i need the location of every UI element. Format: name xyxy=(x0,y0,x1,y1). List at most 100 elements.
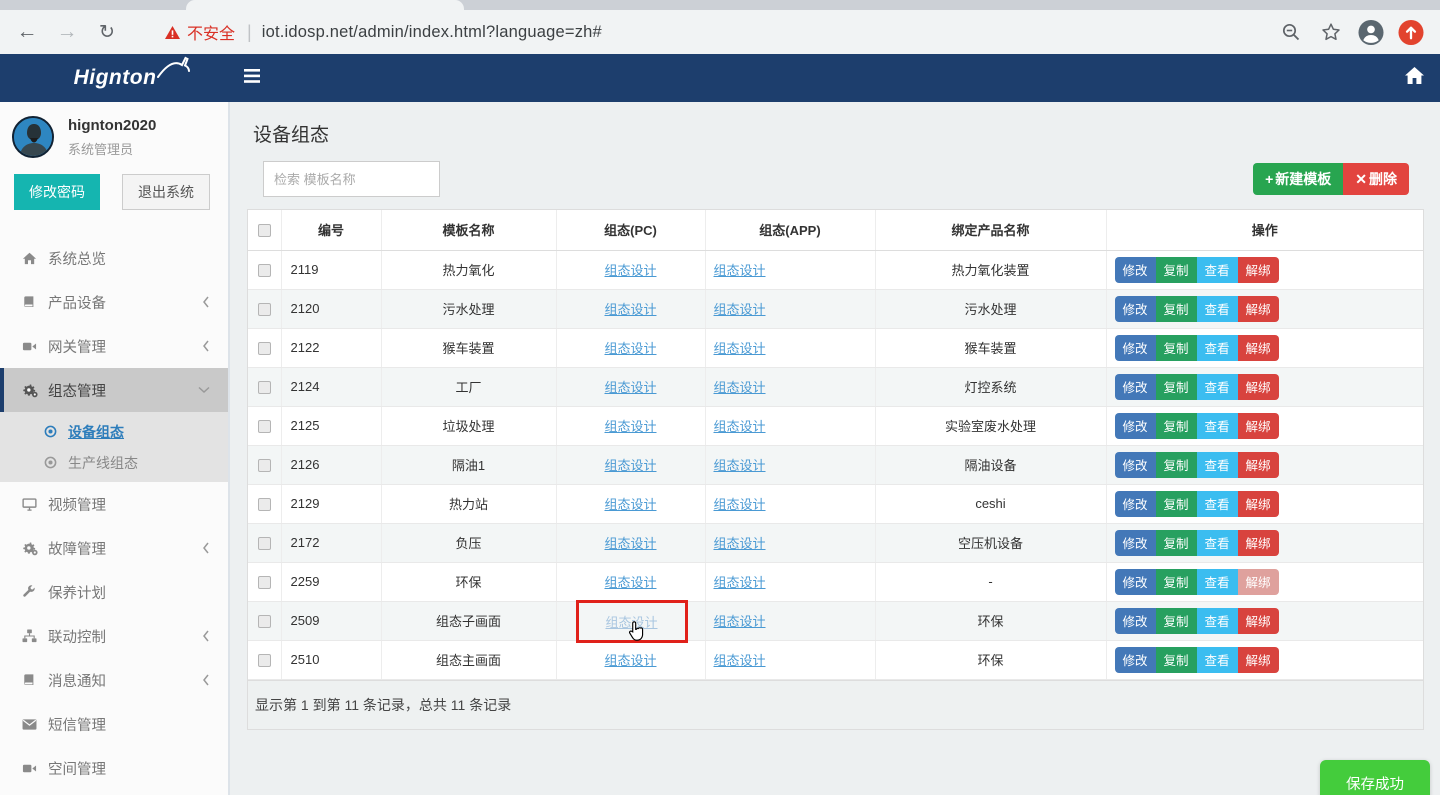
unbind-button[interactable]: 解绑 xyxy=(1238,491,1279,517)
edit-button[interactable]: 修改 xyxy=(1115,257,1156,283)
view-button[interactable]: 查看 xyxy=(1197,452,1238,478)
app-design-link[interactable]: 组态设计 xyxy=(714,419,766,434)
logout-button[interactable]: 退出系统 xyxy=(122,174,210,210)
view-button[interactable]: 查看 xyxy=(1197,335,1238,361)
app-design-link[interactable]: 组态设计 xyxy=(714,614,766,629)
row-checkbox[interactable] xyxy=(258,342,271,355)
row-checkbox[interactable] xyxy=(258,459,271,472)
view-button[interactable]: 查看 xyxy=(1197,491,1238,517)
copy-button[interactable]: 复制 xyxy=(1156,491,1197,517)
unbind-button[interactable]: 解绑 xyxy=(1238,296,1279,322)
reload-icon[interactable]: ↻ xyxy=(94,21,120,44)
row-checkbox[interactable] xyxy=(258,615,271,628)
app-design-link[interactable]: 组态设计 xyxy=(714,575,766,590)
pc-design-link[interactable]: 组态设计 xyxy=(604,263,656,278)
select-all-checkbox[interactable] xyxy=(258,224,271,237)
new-template-button[interactable]: +新建模板 xyxy=(1253,163,1343,195)
copy-button[interactable]: 复制 xyxy=(1156,257,1197,283)
pc-design-link[interactable]: 组态设计 xyxy=(604,458,656,473)
app-design-link[interactable]: 组态设计 xyxy=(714,341,766,356)
view-button[interactable]: 查看 xyxy=(1197,413,1238,439)
unbind-button[interactable]: 解绑 xyxy=(1238,452,1279,478)
sidebar-item[interactable]: 视频管理 xyxy=(0,482,228,526)
unbind-button[interactable]: 解绑 xyxy=(1238,608,1279,634)
row-checkbox[interactable] xyxy=(258,264,271,277)
edit-button[interactable]: 修改 xyxy=(1115,374,1156,400)
app-design-link[interactable]: 组态设计 xyxy=(714,653,766,668)
url-text[interactable]: iot.idosp.net/admin/index.html?language=… xyxy=(262,23,602,42)
edit-button[interactable]: 修改 xyxy=(1115,452,1156,478)
app-design-link[interactable]: 组态设计 xyxy=(714,458,766,473)
sidebar-item[interactable]: 网关管理 xyxy=(0,324,228,368)
edit-button[interactable]: 修改 xyxy=(1115,647,1156,673)
copy-button[interactable]: 复制 xyxy=(1156,608,1197,634)
copy-button[interactable]: 复制 xyxy=(1156,374,1197,400)
sidebar-item[interactable]: 系统总览 xyxy=(0,236,228,280)
row-checkbox[interactable] xyxy=(258,303,271,316)
view-button[interactable]: 查看 xyxy=(1197,374,1238,400)
browser-update-icon[interactable] xyxy=(1398,19,1424,45)
copy-button[interactable]: 复制 xyxy=(1156,296,1197,322)
unbind-button[interactable]: 解绑 xyxy=(1238,413,1279,439)
edit-button[interactable]: 修改 xyxy=(1115,296,1156,322)
view-button[interactable]: 查看 xyxy=(1197,530,1238,556)
app-design-link[interactable]: 组态设计 xyxy=(714,536,766,551)
row-checkbox[interactable] xyxy=(258,537,271,550)
sidebar-subitem[interactable]: 生产线组态 xyxy=(0,447,228,478)
hamburger-menu-icon[interactable] xyxy=(244,69,260,88)
unbind-button[interactable]: 解绑 xyxy=(1238,569,1279,595)
row-checkbox[interactable] xyxy=(258,498,271,511)
view-button[interactable]: 查看 xyxy=(1197,647,1238,673)
brand-logo[interactable]: Hignton xyxy=(0,54,230,102)
delete-button[interactable]: ✕删除 xyxy=(1343,163,1409,195)
edit-button[interactable]: 修改 xyxy=(1115,335,1156,361)
unbind-button[interactable]: 解绑 xyxy=(1238,647,1279,673)
copy-button[interactable]: 复制 xyxy=(1156,530,1197,556)
row-checkbox[interactable] xyxy=(258,420,271,433)
copy-button[interactable]: 复制 xyxy=(1156,569,1197,595)
view-button[interactable]: 查看 xyxy=(1197,608,1238,634)
edit-button[interactable]: 修改 xyxy=(1115,608,1156,634)
unbind-button[interactable]: 解绑 xyxy=(1238,257,1279,283)
edit-button[interactable]: 修改 xyxy=(1115,413,1156,439)
copy-button[interactable]: 复制 xyxy=(1156,452,1197,478)
back-icon[interactable]: ← xyxy=(14,20,40,44)
copy-button[interactable]: 复制 xyxy=(1156,647,1197,673)
pc-design-link[interactable]: 组态设计 xyxy=(604,536,656,551)
pc-design-link[interactable]: 组态设计 xyxy=(604,575,656,590)
search-input[interactable] xyxy=(263,161,440,197)
sidebar-subitem[interactable]: 设备组态 xyxy=(0,416,228,447)
unbind-button[interactable]: 解绑 xyxy=(1238,374,1279,400)
pc-design-link[interactable]: 组态设计 xyxy=(604,302,656,317)
unbind-button[interactable]: 解绑 xyxy=(1238,335,1279,361)
change-password-button[interactable]: 修改密码 xyxy=(14,174,100,210)
sidebar-item[interactable]: 消息通知 xyxy=(0,658,228,702)
sidebar-item[interactable]: 故障管理 xyxy=(0,526,228,570)
zoom-out-icon[interactable] xyxy=(1278,19,1304,45)
sidebar-item[interactable]: 空间管理 xyxy=(0,746,228,790)
pc-design-link[interactable]: 组态设计 xyxy=(604,341,656,356)
edit-button[interactable]: 修改 xyxy=(1115,491,1156,517)
app-design-link[interactable]: 组态设计 xyxy=(714,497,766,512)
forward-icon[interactable]: → xyxy=(54,20,80,44)
pc-design-link[interactable]: 组态设计 xyxy=(604,653,656,668)
copy-button[interactable]: 复制 xyxy=(1156,335,1197,361)
unbind-button[interactable]: 解绑 xyxy=(1238,530,1279,556)
copy-button[interactable]: 复制 xyxy=(1156,413,1197,439)
view-button[interactable]: 查看 xyxy=(1197,257,1238,283)
bookmark-star-icon[interactable] xyxy=(1318,19,1344,45)
app-design-link[interactable]: 组态设计 xyxy=(714,380,766,395)
pc-design-link[interactable]: 组态设计 xyxy=(604,380,656,395)
view-button[interactable]: 查看 xyxy=(1197,296,1238,322)
edit-button[interactable]: 修改 xyxy=(1115,569,1156,595)
pc-design-link[interactable]: 组态设计 xyxy=(604,419,656,434)
sidebar-item[interactable]: 保养计划 xyxy=(0,570,228,614)
sidebar-item[interactable]: 联动控制 xyxy=(0,614,228,658)
browser-tab[interactable] xyxy=(186,0,464,10)
pc-design-link[interactable]: 组态设计 xyxy=(604,497,656,512)
home-icon[interactable] xyxy=(1405,67,1424,89)
row-checkbox[interactable] xyxy=(258,576,271,589)
sidebar-item[interactable]: 产品设备 xyxy=(0,280,228,324)
profile-icon[interactable] xyxy=(1358,19,1384,45)
row-checkbox[interactable] xyxy=(258,654,271,667)
